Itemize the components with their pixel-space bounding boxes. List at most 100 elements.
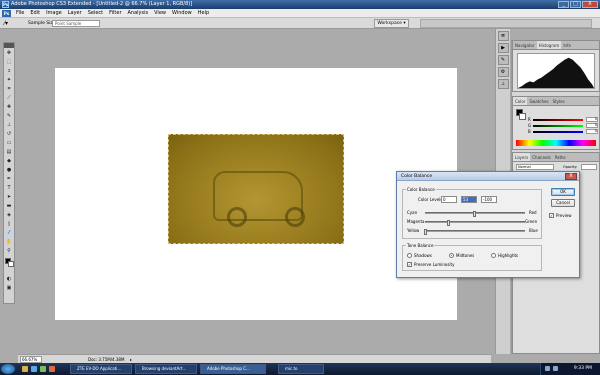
dialog-close-button[interactable]: X — [565, 173, 577, 180]
taskbar-item-photoshop[interactable]: Adobe Photoshop C... — [200, 364, 266, 374]
dock-clone-source-icon[interactable]: ⊥ — [497, 79, 509, 89]
blue-value[interactable]: 0 — [586, 129, 598, 134]
quick-mask-icon[interactable]: ◐ — [5, 275, 13, 283]
dock-tool-presets-icon[interactable]: ⚙ — [497, 67, 509, 77]
tray-network-icon[interactable] — [545, 366, 550, 371]
type-tool-icon[interactable]: T — [5, 184, 13, 192]
gradient-tool-icon[interactable]: ▤ — [5, 148, 13, 156]
close-button[interactable]: X — [582, 1, 598, 8]
shadows-radio[interactable] — [407, 253, 412, 258]
menu-view[interactable]: View — [151, 9, 169, 18]
hand-tool-icon[interactable]: ✋ — [5, 238, 13, 246]
pen-tool-icon[interactable]: ✒ — [5, 175, 13, 183]
tab-layers[interactable]: Layers — [513, 153, 531, 161]
histogram-panel: Navigator Histogram Info — [512, 40, 600, 92]
preserve-luminosity-checkbox[interactable]: ✓ — [407, 262, 412, 267]
menu-help[interactable]: Help — [195, 9, 212, 18]
crop-tool-icon[interactable]: ⌗ — [5, 85, 13, 93]
highlights-radio[interactable] — [491, 253, 496, 258]
dock-history-icon[interactable]: ≣ — [497, 31, 509, 41]
magenta-green-level-input[interactable]: 53 — [461, 196, 477, 203]
taskbar-item-deviantart[interactable]: Browsing deviantArt... — [135, 364, 197, 374]
magenta-green-slider[interactable] — [425, 220, 525, 226]
menu-edit[interactable]: Edit — [27, 9, 43, 18]
blend-mode-select[interactable]: Normal — [516, 164, 554, 170]
screen-mode-icon[interactable]: ▣ — [5, 284, 13, 292]
notes-tool-icon[interactable]: ▯ — [5, 220, 13, 228]
window-title: Adobe Photoshop CS3 Extended - [Untitled… — [11, 1, 193, 7]
eraser-tool-icon[interactable]: ▭ — [5, 139, 13, 147]
dialog-title-bar[interactable]: Color Balance — [397, 172, 579, 181]
menu-select[interactable]: Select — [85, 9, 106, 18]
slice-tool-icon[interactable]: ⟋ — [5, 94, 13, 102]
blue-slider[interactable] — [533, 131, 583, 133]
menu-window[interactable]: Window — [169, 9, 195, 18]
quicklaunch-folder-icon[interactable] — [22, 366, 28, 372]
tab-info[interactable]: Info — [561, 41, 573, 49]
preview-checkbox[interactable]: ✓ — [549, 213, 554, 218]
red-label: Red — [529, 210, 537, 215]
menu-file[interactable]: File — [13, 9, 27, 18]
path-selection-tool-icon[interactable]: ➤ — [5, 193, 13, 201]
taskbar-item-zte[interactable]: ZTE EV-DO Applicati... — [70, 364, 132, 374]
quicklaunch-media-icon[interactable] — [40, 366, 46, 372]
3d-tool-icon[interactable]: ◈ — [5, 211, 13, 219]
cyan-red-slider[interactable] — [425, 211, 525, 217]
tools-panel-header[interactable] — [4, 43, 14, 48]
midtones-radio[interactable] — [449, 253, 454, 258]
green-slider[interactable] — [533, 125, 583, 127]
history-brush-tool-icon[interactable]: ↺ — [5, 130, 13, 138]
minimize-button[interactable]: _ — [558, 1, 569, 8]
dock-actions-icon[interactable]: ▶ — [497, 43, 509, 53]
clock[interactable]: 9:33 PM — [574, 363, 592, 375]
shape-tool-icon[interactable]: ▬ — [5, 202, 13, 210]
color-spectrum-ramp[interactable] — [516, 140, 596, 146]
quicklaunch-app-icon[interactable] — [49, 366, 55, 372]
yellow-blue-slider[interactable] — [424, 229, 525, 235]
cyan-red-level-input[interactable]: 0 — [441, 196, 457, 203]
tab-paths[interactable]: Paths — [553, 153, 568, 161]
red-value[interactable]: 0 — [586, 117, 598, 122]
magic-wand-tool-icon[interactable]: ✦ — [5, 76, 13, 84]
menu-layer[interactable]: Layer — [65, 9, 85, 18]
cyan-red-slider-knob[interactable] — [473, 211, 476, 217]
tab-navigator[interactable]: Navigator — [513, 41, 537, 49]
menu-filter[interactable]: Filter — [106, 9, 124, 18]
brush-tool-icon[interactable]: ✎ — [5, 112, 13, 120]
move-tool-icon[interactable]: ✥ — [5, 49, 13, 57]
tone-balance-group-label: Tone Balance — [406, 243, 435, 248]
workspace-button[interactable]: Workspace ▾ — [374, 19, 409, 28]
tab-histogram[interactable]: Histogram — [536, 41, 562, 49]
opacity-field[interactable] — [581, 164, 597, 170]
menu-analysis[interactable]: Analysis — [125, 9, 152, 18]
yellow-blue-slider-knob[interactable] — [424, 229, 427, 235]
eyedropper-tool-icon[interactable]: ⁄ — [5, 229, 13, 237]
blur-tool-icon[interactable]: ◆ — [5, 157, 13, 165]
sample-size-select[interactable]: Point Sample — [52, 20, 100, 27]
dock-brushes-icon[interactable]: ✎ — [497, 55, 509, 65]
start-button[interactable] — [1, 364, 15, 374]
quicklaunch-ie-icon[interactable] — [31, 366, 37, 372]
maximize-button[interactable]: □ — [570, 1, 581, 8]
dodge-tool-icon[interactable]: ● — [5, 166, 13, 174]
tray-volume-icon[interactable] — [553, 366, 558, 371]
panel-background-swatch[interactable] — [519, 113, 526, 120]
menu-image[interactable]: Image — [43, 9, 65, 18]
marquee-tool-icon[interactable]: ⬚ — [5, 58, 13, 66]
magenta-green-slider-knob[interactable] — [447, 220, 450, 226]
healing-brush-tool-icon[interactable]: ✚ — [5, 103, 13, 111]
red-slider[interactable] — [533, 119, 583, 121]
eyedropper-tool-icon[interactable]: ⁄▾ — [4, 20, 14, 27]
green-value[interactable]: 0 — [586, 123, 598, 128]
clone-stamp-tool-icon[interactable]: ⊥ — [5, 121, 13, 129]
image-layer-car[interactable] — [168, 134, 344, 244]
ok-button[interactable]: OK — [551, 188, 575, 196]
cancel-button[interactable]: Cancel — [551, 199, 575, 207]
background-color-swatch[interactable] — [8, 261, 14, 267]
taskbar-item-mic[interactable]: mic.to — [278, 364, 324, 374]
zoom-tool-icon[interactable]: ⚲ — [5, 247, 13, 255]
yellow-blue-level-input[interactable]: -100 — [481, 196, 497, 203]
lasso-tool-icon[interactable]: ↄ — [5, 67, 13, 75]
tab-channels[interactable]: Channels — [530, 153, 553, 161]
zoom-level-field[interactable]: 66.67% — [20, 356, 42, 363]
